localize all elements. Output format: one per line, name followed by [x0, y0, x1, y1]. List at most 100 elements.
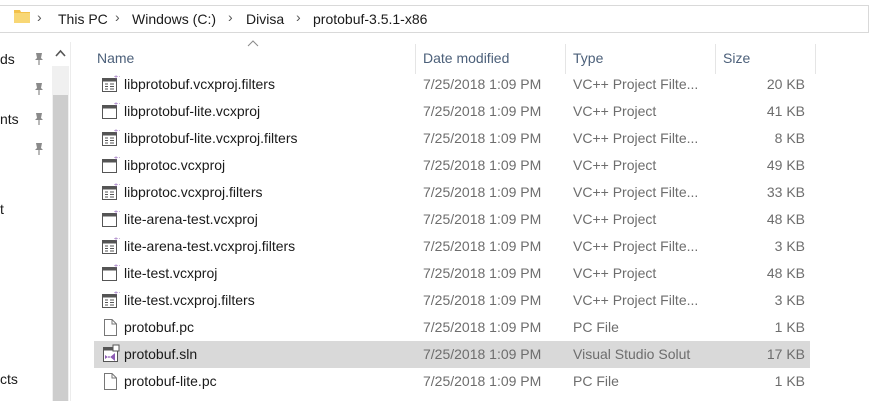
svg-text:++: ++ [114, 74, 121, 81]
file-type: VC++ Project [573, 211, 657, 227]
file-type: VC++ Project [573, 157, 657, 173]
svg-text:++: ++ [114, 209, 121, 216]
file-row[interactable]: ++libprotobuf-lite.vcxproj.filters 7/25/2… [94, 125, 810, 152]
file-type: VC++ Project [573, 265, 657, 281]
file-name: lite-arena-test.vcxproj [124, 211, 258, 227]
file-date-modified: 7/25/2018 1:09 PM [423, 238, 542, 254]
vcxproj-icon: ++ [100, 263, 124, 283]
file-size: 49 KB [766, 157, 805, 173]
pin-icon[interactable] [33, 142, 45, 156]
file-icon [100, 317, 120, 337]
pane-divider[interactable] [70, 42, 71, 401]
file-row[interactable]: ++lite-arena-test.vcxproj.filters 7/25/20… [94, 233, 810, 260]
pin-icon[interactable] [33, 82, 45, 96]
breadcrumb-current-folder[interactable]: protobuf-3.5.1-x86 [313, 11, 427, 27]
vcxproj-filters-icon: ++ [100, 128, 124, 148]
file-name: libprotobuf-lite.vcxproj [124, 103, 261, 119]
svg-text:++: ++ [114, 101, 121, 108]
file-row[interactable]: protobuf.sln 7/25/2018 1:09 PM Visual Stud… [94, 341, 810, 368]
column-divider[interactable] [815, 44, 816, 74]
file-type: VC++ Project [573, 103, 657, 119]
file-icon [100, 371, 120, 391]
breadcrumb-windows-c[interactable]: Windows (C:) [132, 11, 216, 27]
file-type: VC++ Project Filte... [573, 184, 699, 200]
svg-text:++: ++ [114, 155, 121, 162]
file-row[interactable]: ++libprotoc.vcxproj 7/25/2018 1:09 PM VC++… [94, 152, 810, 179]
address-box[interactable] [0, 5, 869, 33]
file-name: protobuf.sln [124, 346, 198, 362]
file-row[interactable]: ++libprotoc.vcxproj.filters 7/25/2018 1:0… [94, 179, 810, 206]
vcxproj-filters-icon: ++ [100, 290, 124, 310]
file-row[interactable]: protobuf.pc 7/25/2018 1:09 PM PC File 1 KB [94, 314, 810, 341]
file-name: protobuf.pc [124, 319, 195, 335]
nav-item-objects[interactable]: cts [0, 371, 18, 387]
breadcrumb-this-pc[interactable]: This PC [58, 11, 108, 27]
column-divider[interactable] [565, 44, 566, 74]
file-size: 1 KB [774, 319, 805, 335]
file-row[interactable]: protobuf-lite.pc 7/25/2018 1:09 PM PC File… [94, 368, 810, 395]
file-name: protobuf-lite.pc [124, 373, 217, 389]
scroll-up-button[interactable] [52, 42, 69, 66]
file-date-modified: 7/25/2018 1:09 PM [423, 265, 542, 281]
file-row[interactable]: ++lite-test.vcxproj 7/25/2018 1:09 PM VC++… [94, 260, 810, 287]
nav-item-downloads[interactable]: ds [0, 51, 15, 67]
pin-icon[interactable] [33, 52, 45, 66]
svg-text:++: ++ [114, 182, 121, 189]
file-row[interactable]: ++lite-arena-test.vcxproj 7/25/2018 1:09 … [94, 206, 810, 233]
vcxproj-filters-icon: ++ [100, 236, 124, 256]
file-size: 20 KB [766, 76, 805, 92]
file-size: 1 KB [774, 373, 805, 389]
file-date-modified: 7/25/2018 1:09 PM [423, 346, 542, 362]
file-date-modified: 7/25/2018 1:09 PM [423, 103, 542, 119]
file-name: libprotoc.vcxproj.filters [124, 184, 263, 200]
chevron-right-icon[interactable]: › [296, 9, 301, 25]
chevron-right-icon[interactable]: › [37, 9, 42, 25]
file-name: lite-test.vcxproj.filters [124, 292, 255, 308]
file-type: PC File [573, 319, 619, 335]
vcxproj-filters-icon: ++ [100, 74, 124, 94]
folder-icon [14, 10, 30, 23]
chevron-right-icon[interactable]: › [115, 9, 120, 25]
pin-icon[interactable] [33, 112, 45, 126]
vcxproj-icon: ++ [100, 155, 124, 175]
svg-text:++: ++ [114, 236, 121, 243]
file-row[interactable]: ++libprotobuf.vcxproj.filters 7/25/2018 1… [94, 71, 810, 98]
file-size: 41 KB [766, 103, 805, 119]
file-name: libprotobuf.vcxproj.filters [124, 76, 275, 92]
file-size: 48 KB [766, 211, 805, 227]
breadcrumb-divisa[interactable]: Divisa [246, 11, 284, 27]
file-size: 8 KB [774, 130, 805, 146]
chevron-right-icon[interactable]: › [228, 9, 233, 25]
file-size: 17 KB [766, 346, 805, 362]
file-date-modified: 7/25/2018 1:09 PM [423, 211, 542, 227]
file-size: 33 KB [766, 184, 805, 200]
svg-text:++: ++ [114, 128, 121, 135]
file-row[interactable]: ++lite-test.vcxproj.filters 7/25/2018 1:0… [94, 287, 810, 314]
column-divider[interactable] [415, 44, 416, 74]
vcxproj-icon: ++ [100, 209, 124, 229]
vcxproj-filters-icon: ++ [100, 182, 124, 202]
file-row[interactable]: ++libprotobuf-lite.vcxproj 7/25/2018 1:09… [94, 98, 810, 125]
file-date-modified: 7/25/2018 1:09 PM [423, 184, 542, 200]
file-size: 3 KB [774, 292, 805, 308]
file-date-modified: 7/25/2018 1:09 PM [423, 292, 542, 308]
file-type: PC File [573, 373, 619, 389]
file-size: 3 KB [774, 238, 805, 254]
file-date-modified: 7/25/2018 1:09 PM [423, 319, 542, 335]
nav-scrollbar-thumb[interactable] [53, 95, 68, 401]
file-name: lite-test.vcxproj [124, 265, 218, 281]
nav-item-partial[interactable]: t [0, 201, 4, 217]
vcxproj-icon: ++ [100, 101, 124, 121]
file-type: VC++ Project Filte... [573, 76, 699, 92]
file-type: Visual Studio Solut [573, 346, 691, 362]
sort-ascending-icon [247, 40, 259, 47]
file-size: 48 KB [766, 265, 805, 281]
sln-icon [100, 344, 120, 364]
svg-text:++: ++ [114, 290, 121, 297]
address-bar[interactable]: › This PC › Windows (C:) › Divisa › prot… [0, 0, 871, 37]
file-name: libprotoc.vcxproj [124, 157, 226, 173]
file-name: lite-arena-test.vcxproj.filters [124, 238, 296, 254]
file-date-modified: 7/25/2018 1:09 PM [423, 373, 542, 389]
column-divider[interactable] [715, 44, 716, 74]
nav-item-documents[interactable]: nts [0, 111, 19, 127]
